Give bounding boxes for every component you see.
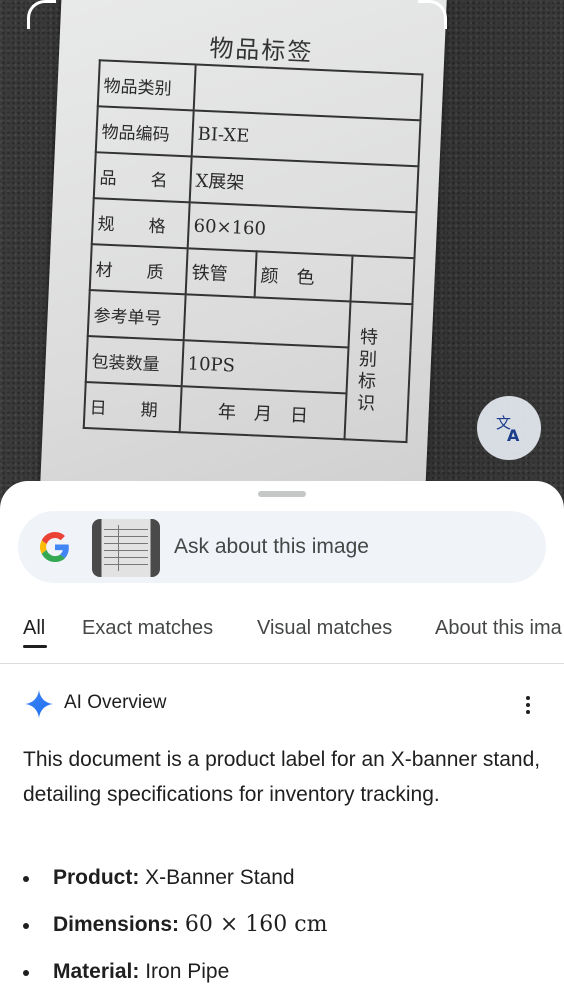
ai-overview-header: AI Overview <box>24 687 544 721</box>
bullet-value: 60 × 160 cm <box>184 912 328 937</box>
product-label-paper: 物品标签 物品类别 物品编码 BI-XE 品 名 X展架 规 格 60×160 … <box>39 0 447 518</box>
ai-overview-summary: This document is a product label for an … <box>23 748 541 806</box>
ai-overview-title: AI Overview <box>64 692 167 713</box>
google-logo-icon <box>40 532 70 562</box>
captured-image[interactable]: 物品标签 物品类别 物品编码 BI-XE 品 名 X展架 规 格 60×160 … <box>0 0 564 520</box>
label-key: 品 名 <box>93 152 192 203</box>
label-table: 物品类别 物品编码 BI-XE 品 名 X展架 规 格 60×160 材 质 铁… <box>83 59 424 443</box>
list-item: Dimensions: 60 × 160 cm <box>23 908 543 955</box>
bullet-label: Dimensions: <box>53 913 180 936</box>
side-mark-cell: 特别标识 <box>344 301 413 443</box>
label-value: 10PS <box>181 340 349 394</box>
translate-button[interactable]: 文 A <box>477 396 541 460</box>
tab-about-this-image[interactable]: About this ima <box>435 617 562 640</box>
bullet-value: Iron Pipe <box>145 960 230 983</box>
label-key: 物品类别 <box>97 60 196 111</box>
ask-input-placeholder[interactable]: Ask about this image <box>174 535 369 559</box>
results-sheet: Ask about this image All Exact matches V… <box>0 481 564 1000</box>
label-key: 颜 色 <box>254 251 353 302</box>
label-value: 年 月 日 <box>179 386 347 440</box>
sheet-drag-handle[interactable] <box>258 491 306 497</box>
active-tab-indicator <box>23 645 47 648</box>
bullet-value: X-Banner Stand <box>145 866 295 889</box>
label-key: 日 期 <box>83 382 182 433</box>
label-value <box>350 255 415 305</box>
label-key: 物品编码 <box>95 106 194 157</box>
label-key: 包装数量 <box>85 336 184 387</box>
label-value <box>183 294 351 348</box>
label-title: 物品标签 <box>208 34 314 67</box>
bullet-label: Material: <box>53 960 140 983</box>
list-item: Material: Iron Pipe <box>23 955 543 1002</box>
image-thumbnail[interactable] <box>92 519 160 577</box>
label-key: 规 格 <box>91 198 190 249</box>
label-key: 材 质 <box>89 244 188 295</box>
sparkle-icon <box>24 689 54 724</box>
side-mark: 特别标识 <box>353 326 379 416</box>
bullet-label: Product: <box>53 866 140 889</box>
more-vert-icon[interactable] <box>516 691 540 719</box>
list-item: Product: X-Banner Stand <box>23 861 543 908</box>
ai-overview-bullets: Product: X-Banner Stand Dimensions: 60 ×… <box>23 861 543 1002</box>
svg-text:A: A <box>507 426 520 444</box>
tab-all[interactable]: All <box>23 617 45 640</box>
tab-visual-matches[interactable]: Visual matches <box>257 617 392 640</box>
result-tabs: All Exact matches Visual matches About t… <box>0 601 564 664</box>
label-key: 参考单号 <box>87 290 186 341</box>
ask-image-searchbar[interactable]: Ask about this image <box>18 511 546 583</box>
translate-icon: 文 A <box>493 412 525 444</box>
crop-corner-top-left[interactable] <box>27 0 56 29</box>
tab-exact-matches[interactable]: Exact matches <box>82 617 213 640</box>
label-value: 铁管 <box>185 248 257 298</box>
